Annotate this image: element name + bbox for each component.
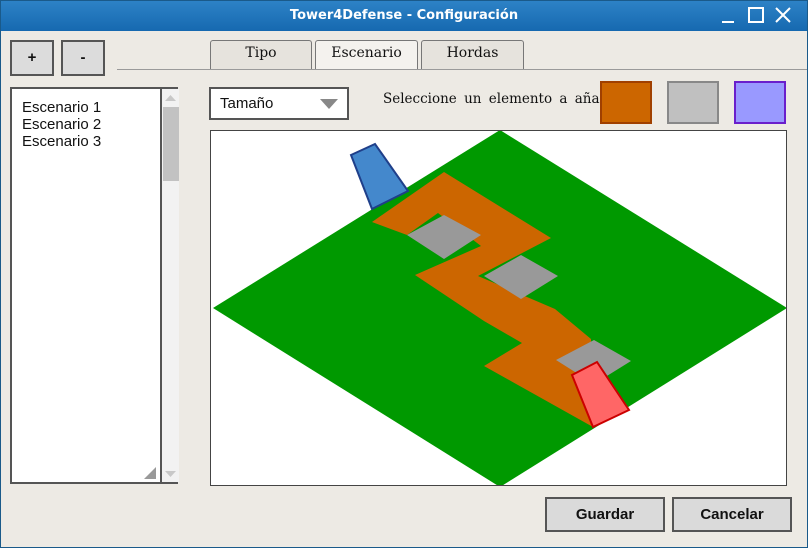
- cancel-button[interactable]: Cancelar: [672, 497, 792, 532]
- element-picker-label: Seleccione un elemento a añadir: [383, 91, 619, 107]
- tab-escenario[interactable]: Escenario: [315, 40, 418, 70]
- title-bar[interactable]: Tower4Defense - Configuración: [1, 1, 807, 31]
- arrow-down-icon: [165, 471, 176, 477]
- save-button[interactable]: Guardar: [545, 497, 665, 532]
- list-item[interactable]: Escenario 3: [22, 133, 101, 150]
- tab-divider: [117, 69, 807, 70]
- minimize-button[interactable]: [717, 5, 739, 27]
- size-dropdown[interactable]: Tamaño: [209, 87, 349, 120]
- list-item[interactable]: Escenario 1: [22, 99, 101, 116]
- maximize-button[interactable]: [745, 5, 767, 27]
- tab-hordas[interactable]: Hordas: [421, 40, 524, 70]
- config-window: Tower4Defense - Configuración + - Tipo E…: [0, 0, 808, 548]
- map-canvas[interactable]: [210, 130, 787, 486]
- close-button[interactable]: [772, 5, 794, 27]
- maximize-icon: [748, 7, 764, 23]
- arrow-up-icon: [165, 95, 176, 101]
- chevron-down-icon: [320, 99, 338, 109]
- scenario-list-scrollbar[interactable]: [160, 89, 179, 482]
- scenario-list[interactable]: Escenario 1 Escenario 2 Escenario 3: [10, 87, 179, 484]
- list-item[interactable]: Escenario 2: [22, 116, 101, 133]
- resize-grip-icon: [144, 467, 156, 479]
- scroll-thumb[interactable]: [163, 107, 179, 181]
- close-icon: [775, 7, 791, 23]
- remove-scenario-button[interactable]: -: [61, 40, 105, 76]
- path-element-swatch[interactable]: [600, 81, 652, 124]
- add-scenario-button[interactable]: +: [10, 40, 54, 76]
- minimize-icon: [722, 21, 734, 23]
- size-dropdown-value: Tamaño: [220, 95, 274, 112]
- special-element-swatch[interactable]: [734, 81, 786, 124]
- block-element-swatch[interactable]: [667, 81, 719, 124]
- tab-tipo[interactable]: Tipo: [210, 40, 312, 70]
- window-title: Tower4Defense - Configuración: [289, 8, 519, 23]
